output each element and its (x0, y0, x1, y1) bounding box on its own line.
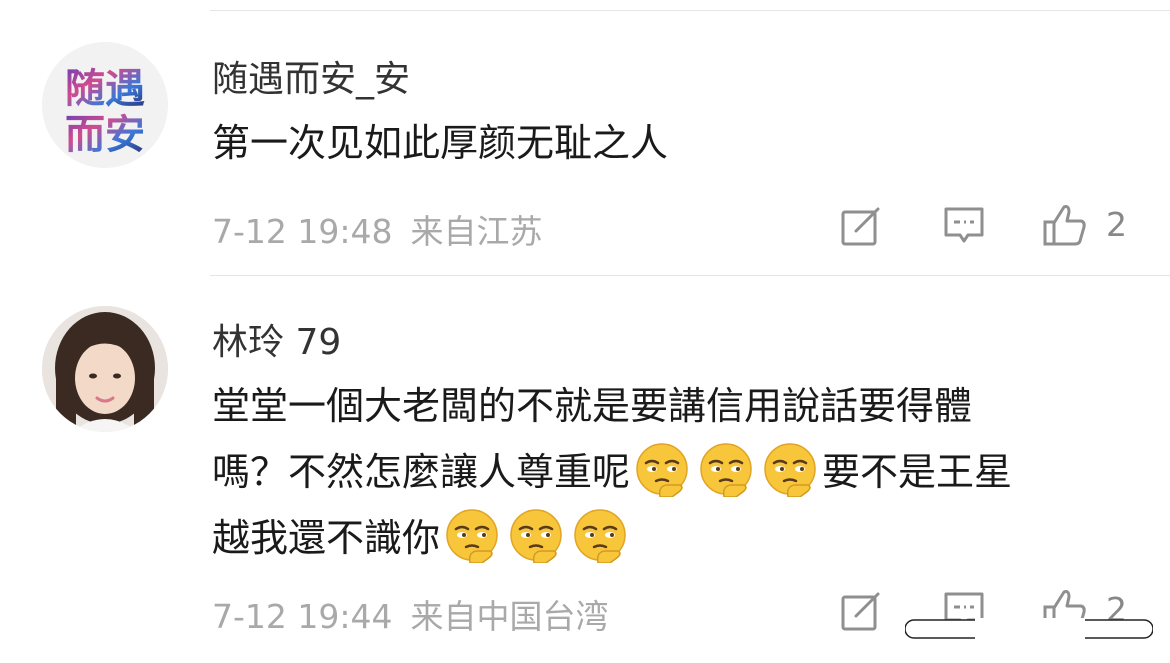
like-count: 2 (1106, 205, 1127, 244)
timestamp: 7-12 19:44 (212, 597, 393, 636)
comment-icon (944, 207, 984, 243)
comment-text-line-2: 嗎？不然怎麼讓人尊重呢 要不是王星 (212, 439, 1132, 505)
username[interactable]: 随遇而安_安 (212, 50, 410, 102)
avatar[interactable] (42, 306, 168, 432)
thinking-face-emoji (574, 509, 626, 563)
thumbs-up-icon (1043, 205, 1086, 246)
thinking-face-emoji (510, 509, 562, 563)
like-button[interactable] (1040, 200, 1090, 250)
comment-item-2: 林玲 79 堂堂一個大老闆的不就是要講信用說話要得體 嗎？不然怎麼讓人尊重呢 要不… (0, 275, 1170, 663)
repost-button[interactable] (838, 203, 884, 249)
comment-text-segment: 越我還不識你 (212, 516, 441, 560)
comment-meta: 7-12 19:44 来自中国台湾 (212, 590, 609, 638)
watermark-image (905, 618, 1153, 640)
repost-button[interactable] (838, 588, 884, 634)
timestamp: 7-12 19:48 (212, 212, 393, 251)
avatar-text-bottom: 而安 (65, 112, 145, 158)
comment-item-1: 随遇 而安 随遇而安_安 第一次见如此厚颜无耻之人 7-12 19:48 来自江苏… (0, 0, 1170, 275)
comment-text-line-3: 越我還不識你 (212, 505, 1132, 571)
avatar-image: 随遇 而安 (42, 42, 168, 168)
avatar[interactable]: 随遇 而安 (42, 42, 168, 168)
comment-text-segment: 要不是王星 (822, 450, 1013, 494)
location: 来自中国台湾 (410, 597, 609, 636)
comment-text: 第一次见如此厚颜无耻之人 (212, 121, 669, 165)
thinking-face-emoji (636, 443, 688, 497)
reply-button[interactable] (940, 203, 988, 249)
comment-text: 堂堂一個大老闆的不就是要講信用說話要得體 嗎？不然怎麼讓人尊重呢 要不是王星 越我… (212, 373, 1132, 571)
location: 来自江苏 (410, 212, 543, 251)
edit-icon (841, 592, 880, 631)
avatar-text-top: 随遇 (65, 66, 145, 112)
comment-text-line-1: 堂堂一個大老闆的不就是要講信用說話要得體 (212, 384, 973, 428)
thinking-face-emoji (446, 509, 498, 563)
comment-meta: 7-12 19:48 来自江苏 (212, 205, 543, 253)
thinking-face-emoji (700, 443, 752, 497)
username[interactable]: 林玲 79 (212, 313, 341, 365)
avatar-image (42, 306, 168, 432)
comment-text-segment: 嗎？不然怎麼讓人尊重呢 (212, 450, 631, 494)
edit-icon (841, 207, 880, 246)
thinking-face-emoji (764, 443, 816, 497)
